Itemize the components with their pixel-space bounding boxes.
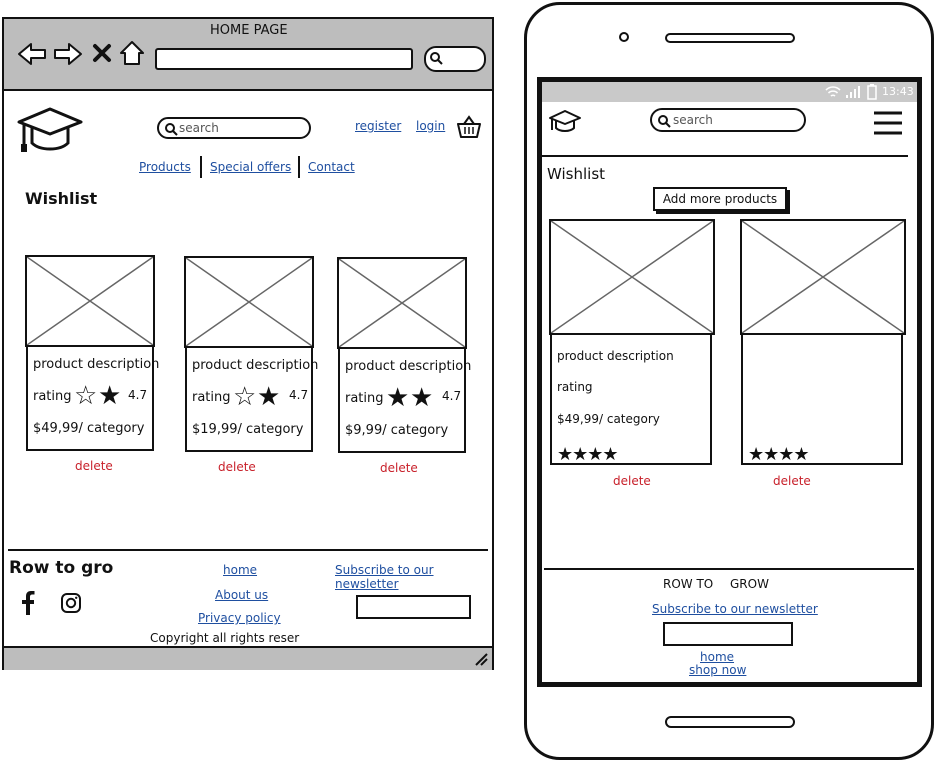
status-time: 13:43: [882, 85, 914, 98]
product-price: $49,99/ category: [557, 412, 660, 426]
newsletter-link[interactable]: Subscribe to our newsletter: [652, 602, 818, 616]
login-link[interactable]: login: [416, 119, 445, 133]
footer-brand-row: ROW TO: [663, 577, 714, 591]
window-title: HOME PAGE: [210, 23, 288, 38]
product-price: $9,99/ category: [345, 423, 449, 438]
search-icon: [165, 123, 178, 136]
product-price: $49,99/ category: [33, 421, 145, 436]
nav-divider: [298, 156, 300, 178]
delete-button[interactable]: delete: [773, 474, 811, 488]
product-card: product description rating ★ ★ 4.7 $9,99…: [338, 347, 471, 453]
search-placeholder: search: [179, 121, 219, 135]
phone-camera: [619, 32, 629, 42]
delete-button[interactable]: delete: [218, 460, 256, 474]
nav-products[interactable]: Products: [139, 160, 191, 174]
product-image-placeholder[interactable]: [184, 256, 314, 348]
search-icon: [430, 52, 443, 65]
star-filled-icon: ★: [257, 382, 281, 412]
nav-divider: [200, 156, 202, 178]
address-bar[interactable]: [155, 48, 413, 70]
newsletter-email-input[interactable]: [663, 622, 793, 646]
status-bar: 13:43: [542, 82, 917, 102]
footer-link-home[interactable]: home: [223, 563, 257, 577]
back-arrow-icon[interactable]: [16, 41, 48, 67]
product-image-placeholder[interactable]: [549, 219, 715, 335]
delete-button[interactable]: delete: [75, 459, 113, 473]
footer-brand: Row to gro: [9, 558, 114, 578]
footer-link-privacy[interactable]: Privacy policy: [198, 611, 281, 625]
star-outline-icon: ☆: [233, 382, 257, 412]
product-image-placeholder[interactable]: [740, 219, 906, 335]
shopping-basket-icon[interactable]: [456, 115, 482, 139]
star-outline-icon: ☆: [74, 381, 98, 411]
desktop-window: HOME PAGE search register login Products…: [2, 17, 494, 670]
hamburger-menu-icon[interactable]: [872, 110, 904, 136]
search-icon: [658, 115, 671, 128]
product-description: product description: [192, 358, 319, 373]
product-card: ★★★★: [741, 333, 903, 465]
star-filled-icon: ★: [98, 381, 122, 411]
search-input[interactable]: search: [157, 117, 311, 139]
phone-speaker: [665, 33, 795, 43]
rating-label: rating: [192, 390, 231, 405]
star-rating-icon: ★★★★: [557, 444, 619, 465]
nav-contact[interactable]: Contact: [308, 160, 355, 174]
product-description: product description: [345, 359, 472, 374]
forward-arrow-icon[interactable]: [52, 41, 84, 67]
product-image-placeholder[interactable]: [25, 255, 155, 347]
star-filled-icon: ★: [410, 383, 434, 413]
footer-divider: [544, 568, 914, 570]
browser-toolbar: HOME PAGE: [4, 19, 492, 91]
graduation-cap-logo-icon[interactable]: [16, 105, 84, 155]
register-link[interactable]: register: [355, 119, 401, 133]
product-price: $19,99/ category: [192, 422, 304, 437]
star-filled-icon: ★: [386, 383, 410, 413]
newsletter-link[interactable]: Subscribe to our newsletter: [335, 563, 492, 591]
star-rating-icon: ★★★★: [748, 444, 810, 465]
page-title: Wishlist: [25, 189, 98, 208]
footer-link-about[interactable]: About us: [215, 588, 268, 602]
rating-value: 4.7: [442, 389, 462, 403]
delete-button[interactable]: delete: [380, 461, 418, 475]
header-divider: [542, 155, 908, 157]
newsletter-email-input[interactable]: [356, 595, 471, 619]
footer-link-home[interactable]: home: [700, 650, 734, 664]
graduation-cap-logo-icon[interactable]: [548, 109, 582, 135]
rating-label: rating: [557, 380, 593, 394]
product-card: product description rating $49,99/ categ…: [550, 333, 712, 465]
product-description: product description: [557, 349, 674, 363]
product-image-placeholder[interactable]: [337, 257, 467, 349]
browser-status-bar: [4, 646, 492, 670]
phone-home-button[interactable]: [665, 716, 795, 728]
facebook-icon[interactable]: [20, 591, 36, 615]
product-card: product description rating ☆ ★ 4.7 $49,9…: [26, 345, 159, 451]
copyright-text: Copyright all rights reser: [150, 631, 300, 645]
wifi-icon: [825, 86, 841, 97]
add-more-products-button[interactable]: Add more products: [653, 187, 787, 211]
product-description: product description: [33, 357, 160, 372]
search-input[interactable]: search: [650, 108, 806, 132]
delete-button[interactable]: delete: [613, 474, 651, 488]
rating-label: rating: [345, 391, 384, 406]
product-card: product description rating ☆ ★ 4.7 $19,9…: [185, 346, 318, 452]
browser-search-field[interactable]: [424, 46, 486, 72]
rating-value: 4.7: [289, 388, 309, 402]
instagram-icon[interactable]: [60, 592, 82, 614]
resize-grip-icon[interactable]: [474, 652, 488, 666]
footer-link-shop-now[interactable]: shop now: [689, 663, 746, 677]
footer-brand-grow: GROW: [730, 577, 769, 591]
search-placeholder: search: [673, 113, 713, 127]
rating-label: rating: [33, 389, 72, 404]
rating-value: 4.7: [128, 388, 148, 402]
battery-icon: [867, 84, 877, 100]
home-icon[interactable]: [118, 39, 146, 67]
nav-special-offers[interactable]: Special offers: [210, 160, 291, 174]
signal-icon: [846, 86, 860, 98]
close-icon[interactable]: [92, 43, 112, 63]
page-title: Wishlist: [547, 165, 606, 183]
footer-divider: [8, 549, 488, 551]
